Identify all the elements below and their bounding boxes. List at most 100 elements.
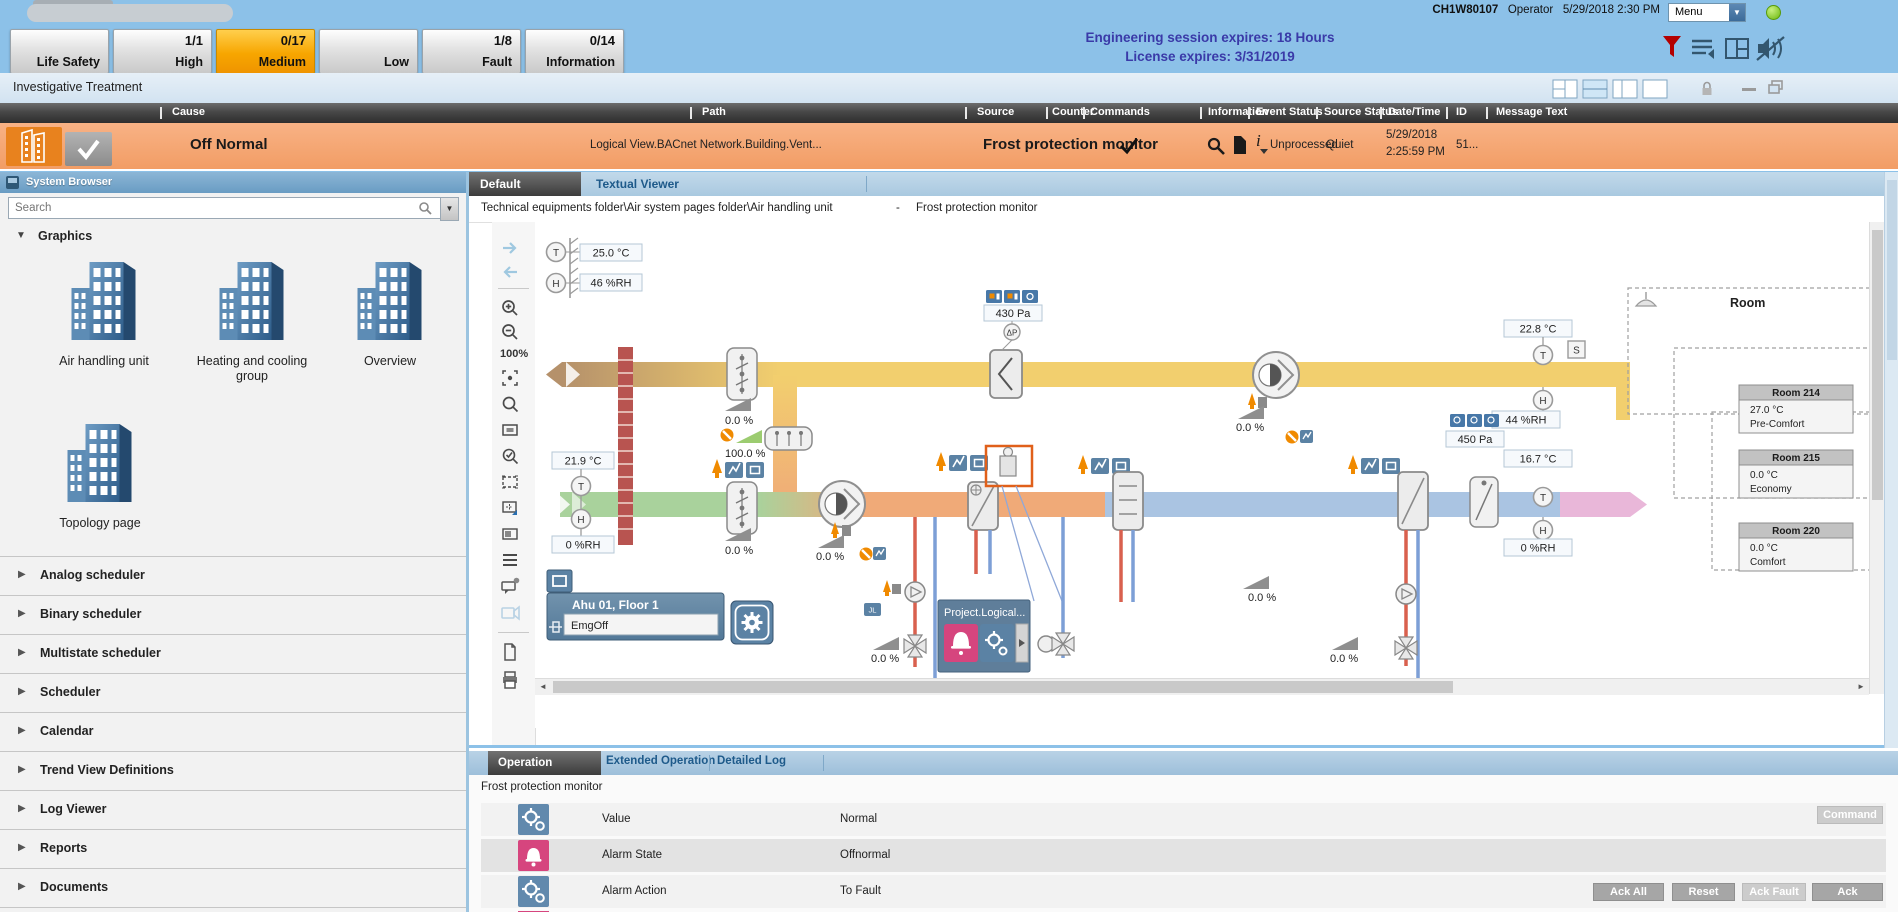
- command-icons[interactable]: [1348, 455, 1400, 474]
- ack-button[interactable]: Ack: [1812, 883, 1883, 901]
- extract-temp-value[interactable]: 22.8 °C: [1520, 324, 1557, 336]
- expand-arrow-icon[interactable]: ▶: [18, 686, 26, 697]
- extract-damper[interactable]: [727, 348, 757, 400]
- scroll-thumb[interactable]: [1887, 180, 1897, 360]
- ahu-settings-button[interactable]: [731, 601, 773, 644]
- outside-temp-value[interactable]: 25.0 °C: [593, 248, 630, 260]
- tab-extended-operation[interactable]: Extended Operation: [606, 755, 715, 767]
- alarm-btn-information[interactable]: 0/14 Information: [525, 29, 624, 74]
- ahu-mode-icon[interactable]: [547, 570, 572, 592]
- print-button[interactable]: [500, 670, 528, 692]
- lock-icon[interactable]: [1700, 80, 1714, 97]
- sidebar-item-documents[interactable]: ▶Documents: [0, 868, 466, 908]
- sidebar-item-scheduler[interactable]: ▶Scheduler: [0, 673, 466, 712]
- command-icons[interactable]: [712, 459, 764, 478]
- col-datetime[interactable]: Date/Time: [1388, 106, 1440, 118]
- viewport-rect-button[interactable]: [500, 524, 528, 546]
- expand-arrow-icon[interactable]: ▶: [18, 803, 26, 814]
- command-button[interactable]: Command: [1817, 806, 1883, 824]
- alarm-btn-life-safety[interactable]: Life Safety: [10, 29, 109, 74]
- property-row-value[interactable]: Value Normal Command: [481, 803, 1886, 836]
- chevron-down-icon[interactable]: ▼: [1729, 4, 1745, 21]
- heat-recovery-strip[interactable]: [618, 347, 633, 545]
- valve-right-position[interactable]: 0.0 %: [1330, 653, 1358, 665]
- expand-arrow-icon[interactable]: ▶: [18, 569, 26, 580]
- page-setup-button[interactable]: [500, 642, 528, 664]
- supply-fan[interactable]: [819, 481, 865, 527]
- pump-icon[interactable]: [905, 582, 925, 602]
- selection-rect-button[interactable]: [500, 472, 528, 494]
- expand-arrow-icon[interactable]: ▶: [18, 881, 26, 892]
- alarm-bell-button[interactable]: [944, 624, 978, 662]
- supply-outlet-damper[interactable]: [1470, 477, 1498, 527]
- minimize-button[interactable]: [1742, 88, 1756, 91]
- alarm-btn-medium[interactable]: 0/17 Medium: [216, 29, 315, 74]
- graphic-tile-topology-page[interactable]: [52, 420, 147, 508]
- supply-rh-left-value[interactable]: 0 %RH: [566, 540, 601, 552]
- outside-damper-position[interactable]: 0.0 %: [725, 545, 753, 557]
- expand-arrow-icon[interactable]: ▶: [18, 842, 26, 853]
- zoom-out-button[interactable]: [500, 322, 528, 344]
- extract-damper-position[interactable]: 0.0 %: [725, 415, 753, 427]
- graphic-label-overview[interactable]: Overview: [320, 354, 460, 369]
- sidebar-item-calendar[interactable]: ▶Calendar: [0, 712, 466, 751]
- recirc-damper-position[interactable]: 100.0 %: [725, 448, 766, 460]
- cooling-coil[interactable]: [1113, 472, 1143, 530]
- layers-button[interactable]: [500, 550, 528, 572]
- sidebar-item-multistate-scheduler[interactable]: ▶Multistate scheduler: [0, 634, 466, 673]
- tree-node-graphics[interactable]: ▼ Graphics: [0, 227, 466, 249]
- breadcrumb[interactable]: Technical equipments folder\Air system p…: [481, 202, 833, 214]
- alarm-btn-low[interactable]: Low: [319, 29, 418, 74]
- navigate-back-button[interactable]: [500, 262, 528, 284]
- supply-pressure-value[interactable]: 450 Pa: [1458, 434, 1494, 446]
- col-commands[interactable]: Commands: [1090, 106, 1150, 118]
- layout-option-4-button[interactable]: [1643, 80, 1667, 98]
- command-check-icon[interactable]: [1118, 137, 1140, 155]
- popup-expand-strip[interactable]: [1016, 624, 1028, 662]
- pan-zoom-tool-button[interactable]: [500, 394, 528, 416]
- alarm-btn-high[interactable]: 1/1 High: [113, 29, 212, 74]
- zoom-in-button[interactable]: [500, 298, 528, 320]
- room-card-214[interactable]: Room 214 27.0 °C Pre-Comfort: [1739, 385, 1853, 433]
- col-message-text[interactable]: Message Text: [1496, 106, 1567, 118]
- investigate-magnifier-icon[interactable]: [1206, 136, 1226, 156]
- sidebar-item-analog-scheduler[interactable]: ▶Analog scheduler: [0, 556, 466, 595]
- command-icons[interactable]: [936, 452, 988, 471]
- search-input[interactable]: [8, 197, 446, 219]
- expand-arrow-icon[interactable]: ▶: [18, 764, 26, 775]
- graphic-label-heating-cooling-group[interactable]: Heating and cooling group: [192, 354, 312, 384]
- extract-fan[interactable]: [1253, 352, 1299, 398]
- outside-air-damper[interactable]: [727, 482, 757, 534]
- valve-icon[interactable]: [1052, 633, 1074, 655]
- sidebar-item-binary-scheduler[interactable]: ▶Binary scheduler: [0, 595, 466, 634]
- expand-arrow-icon[interactable]: ▶: [18, 725, 26, 736]
- pressure-right-icons[interactable]: [1450, 414, 1499, 427]
- frost-protection-monitor-selection[interactable]: [986, 446, 1032, 486]
- extract-rh-value[interactable]: 44 %RH: [1506, 415, 1547, 427]
- zoom-selected-button[interactable]: [500, 446, 528, 468]
- tab-operation[interactable]: Operation: [488, 751, 601, 775]
- room-card-215[interactable]: Room 215 0.0 °C Economy: [1739, 450, 1853, 498]
- heat-exchanger-supply[interactable]: [968, 482, 998, 530]
- outside-rh-value[interactable]: 46 %RH: [591, 278, 632, 290]
- supply-rh-right-value[interactable]: 0 %RH: [1521, 543, 1556, 555]
- supply-temp-right-value[interactable]: 16.7 °C: [1520, 454, 1557, 466]
- tab-detailed-log[interactable]: Detailed Log: [717, 755, 786, 767]
- restore-button[interactable]: [1768, 80, 1784, 94]
- tab-default[interactable]: Default: [469, 172, 581, 196]
- grid-layout-button[interactable]: [500, 498, 528, 520]
- tab-textual-viewer[interactable]: Textual Viewer: [581, 172, 761, 196]
- col-cause[interactable]: Cause: [172, 106, 205, 118]
- col-id[interactable]: ID: [1456, 106, 1467, 118]
- graphic-tile-air-handling-unit[interactable]: [56, 258, 151, 346]
- col-source-status[interactable]: Source Status: [1324, 106, 1398, 118]
- col-counter[interactable]: Counter: [1052, 106, 1094, 118]
- scroll-thumb[interactable]: [1872, 230, 1883, 500]
- pump-icon[interactable]: [1396, 584, 1416, 604]
- col-path[interactable]: Path: [702, 106, 726, 118]
- comment-settings-button[interactable]: [500, 576, 528, 598]
- exhaust-air-unit[interactable]: [990, 350, 1022, 398]
- menu-dropdown[interactable]: Menu ▼: [1668, 3, 1746, 22]
- scroll-thumb[interactable]: [553, 681, 1453, 693]
- sidebar-item-log-viewer[interactable]: ▶Log Viewer: [0, 790, 466, 829]
